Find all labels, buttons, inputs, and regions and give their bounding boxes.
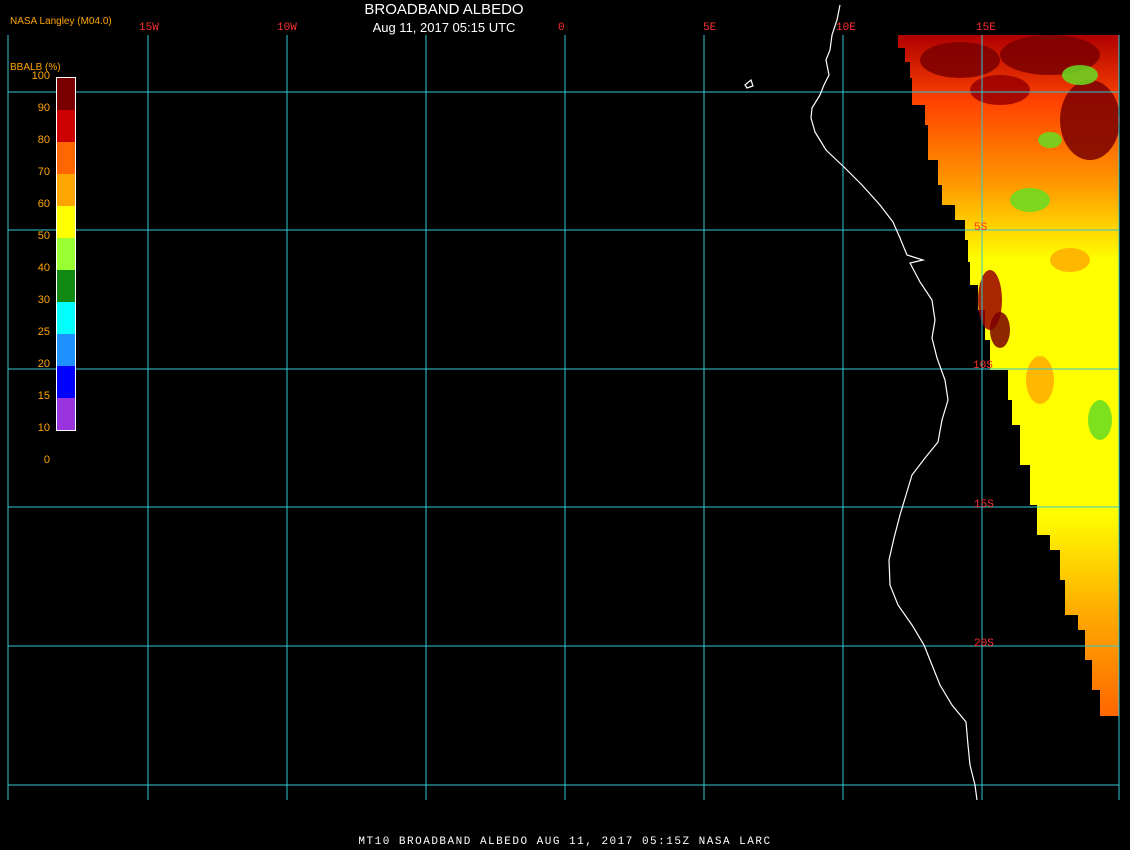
colorbar-tick-label: 70 xyxy=(37,166,50,178)
island-outline xyxy=(744,78,754,89)
colorbar-tick-label: 90 xyxy=(37,102,50,114)
latitude-label: 20S xyxy=(974,638,994,650)
colorbar-tick-label: 100 xyxy=(31,70,50,82)
colorbar-segment xyxy=(57,78,75,110)
albedo-texture xyxy=(1062,65,1098,85)
colorbar-segment xyxy=(57,142,75,174)
latitude-label: 5S xyxy=(974,222,988,234)
albedo-map xyxy=(7,4,1120,801)
longitude-label: 15E xyxy=(976,22,996,34)
albedo-texture xyxy=(990,312,1010,348)
colorbar-tick-label: 60 xyxy=(37,198,50,210)
colorbar-segment xyxy=(57,206,75,238)
latitude-label: 10S xyxy=(973,360,993,372)
colorbar-tick-label: 10 xyxy=(37,422,50,434)
albedo-texture xyxy=(970,75,1030,105)
colorbar-segment xyxy=(57,238,75,270)
colorbar-segment xyxy=(57,302,75,334)
longitude-label: 5E xyxy=(703,22,717,34)
albedo-texture xyxy=(920,42,1000,78)
colorbar-tick-label: 50 xyxy=(37,230,50,242)
latitude-label: 15S xyxy=(974,499,994,511)
albedo-texture xyxy=(1050,248,1090,272)
longitude-label: 15W xyxy=(139,22,159,34)
colorbar-segment xyxy=(57,270,75,302)
colorbar-segment xyxy=(57,110,75,142)
colorbar-tick-label: 30 xyxy=(37,294,50,306)
longitude-label: 0 xyxy=(558,22,565,34)
colorbar-tick-label: 0 xyxy=(43,454,50,466)
longitude-label: 10E xyxy=(836,22,856,34)
colorbar-tick-label: 80 xyxy=(37,134,50,146)
colorbar-segment xyxy=(57,174,75,206)
longitude-label: 10W xyxy=(277,22,297,34)
albedo-texture xyxy=(1038,132,1062,148)
colorbar-segment xyxy=(57,334,75,366)
colorbar-frame xyxy=(56,77,76,431)
colorbar-tick-label: 15 xyxy=(37,390,50,402)
colorbar-tick-label: 40 xyxy=(37,262,50,274)
albedo-texture xyxy=(1010,188,1050,212)
albedo-texture xyxy=(1088,400,1112,440)
albedo-texture xyxy=(1026,356,1054,404)
footer-caption: MT10 BROADBAND ALBEDO AUG 11, 2017 05:15… xyxy=(358,836,772,848)
colorbar-tick-label: 25 xyxy=(37,326,50,338)
colorbar-segment xyxy=(57,366,75,398)
albedo-swath xyxy=(898,35,1120,716)
colorbar-segment xyxy=(57,398,75,430)
colorbar-tick-label: 20 xyxy=(37,358,50,370)
